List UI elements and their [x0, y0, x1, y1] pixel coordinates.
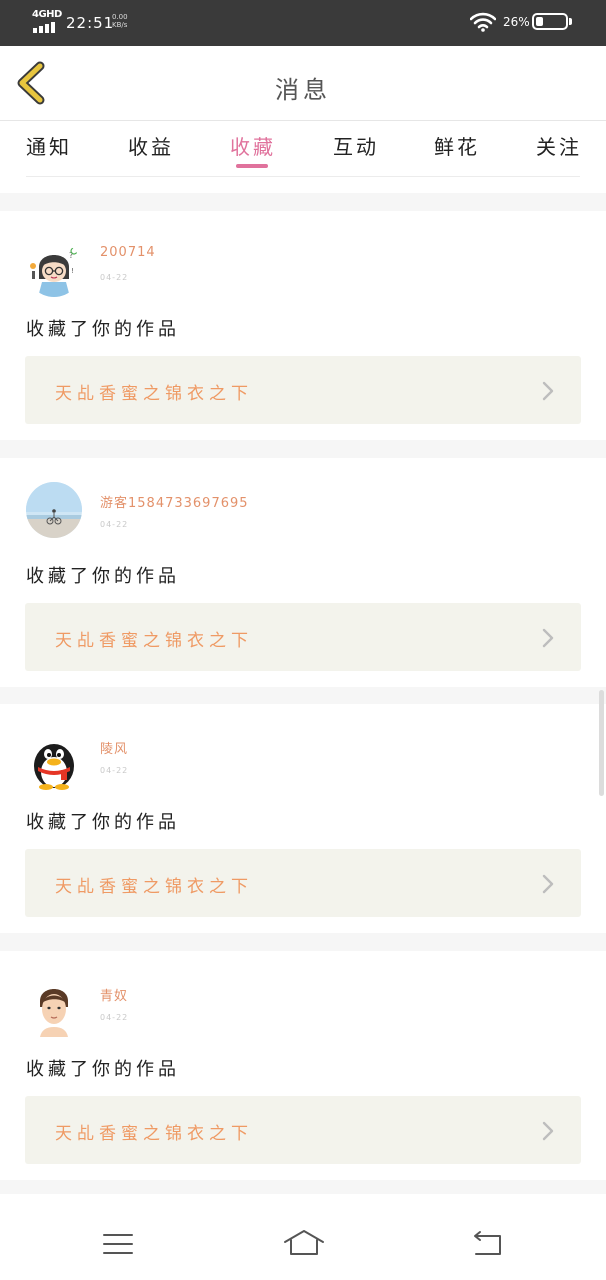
home-icon	[284, 1230, 324, 1255]
tab-flowers[interactable]: 鲜花	[434, 131, 480, 160]
avatar-bicycle-image	[26, 482, 82, 538]
home-button[interactable]	[282, 1228, 326, 1262]
chevron-right-icon	[542, 874, 554, 894]
tab-notifications[interactable]: 通知	[26, 131, 72, 160]
work-title: 天乩香蜜之锦衣之下	[55, 1124, 253, 1144]
signal-icon	[33, 22, 55, 33]
avatar[interactable]	[26, 482, 82, 538]
username[interactable]: 游客1584733697695	[100, 492, 249, 511]
action-text: 收藏了你的作品	[26, 812, 180, 833]
message-card: ? ! 200714 04-22 收藏了你的作品 天乩香蜜之锦衣之下	[0, 211, 606, 440]
work-title: 天乩香蜜之锦衣之下	[55, 384, 253, 404]
username[interactable]: 200714	[100, 245, 156, 260]
page-title: 消息	[275, 76, 331, 104]
system-nav-bar	[0, 1194, 606, 1280]
status-time: 22:51	[66, 14, 115, 32]
speed-value: 0.00	[112, 13, 128, 21]
status-bar: 4GHD 22:51 0.00 KB/s 26%	[0, 0, 606, 46]
divider	[26, 176, 580, 177]
work-link[interactable]: 天乩香蜜之锦衣之下	[25, 603, 581, 671]
work-link[interactable]: 天乩香蜜之锦衣之下	[25, 356, 581, 424]
action-text: 收藏了你的作品	[26, 566, 180, 587]
wifi-icon	[470, 12, 496, 32]
battery-percent: 26%	[503, 15, 530, 29]
tab-following[interactable]: 关注	[536, 131, 582, 160]
work-title: 天乩香蜜之锦衣之下	[55, 631, 253, 651]
header: 消息	[0, 46, 606, 121]
message-card: 陵风 04-22 收藏了你的作品 天乩香蜜之锦衣之下	[0, 704, 606, 933]
avatar[interactable]	[26, 981, 82, 1037]
avatar[interactable]: ? !	[26, 241, 82, 297]
menu-button[interactable]	[100, 1232, 136, 1260]
back-icon	[474, 1231, 501, 1255]
avatar-girl-image: ? !	[26, 241, 82, 297]
chevron-right-icon	[542, 381, 554, 401]
message-date: 04-22	[100, 273, 129, 282]
avatar-man-image	[26, 981, 82, 1037]
work-title: 天乩香蜜之锦衣之下	[55, 877, 253, 897]
menu-icon	[103, 1234, 133, 1254]
avatar-penguin-image	[26, 734, 82, 790]
action-text: 收藏了你的作品	[26, 1059, 180, 1080]
message-date: 04-22	[100, 520, 129, 529]
work-link[interactable]: 天乩香蜜之锦衣之下	[25, 849, 581, 917]
username[interactable]: 陵风	[100, 738, 128, 757]
work-link[interactable]: 天乩香蜜之锦衣之下	[25, 1096, 581, 1164]
message-date: 04-22	[100, 766, 129, 775]
chevron-right-icon	[542, 1121, 554, 1141]
scrollbar[interactable]	[599, 690, 604, 796]
tab-earnings[interactable]: 收益	[128, 131, 174, 160]
username[interactable]: 青奴	[100, 985, 128, 1004]
chevron-right-icon	[542, 628, 554, 648]
message-card: 游客1584733697695 04-22 收藏了你的作品 天乩香蜜之锦衣之下	[0, 458, 606, 687]
back-nav-button[interactable]	[468, 1230, 508, 1262]
tab-interactions[interactable]: 互动	[333, 131, 379, 160]
network-speed: 0.00 KB/s	[112, 13, 128, 29]
message-card: 青奴 04-22 收藏了你的作品 天乩香蜜之锦衣之下	[0, 951, 606, 1180]
tab-active-indicator	[236, 164, 268, 168]
message-date: 04-22	[100, 1013, 129, 1022]
tab-favorites[interactable]: 收藏	[230, 131, 276, 160]
network-type: 4GHD	[32, 9, 62, 20]
battery-icon	[532, 13, 568, 30]
svg-text:!: !	[71, 267, 74, 275]
action-text: 收藏了你的作品	[26, 319, 180, 340]
tab-bar: 通知 收益 收藏 互动 鲜花 关注	[0, 121, 606, 193]
avatar[interactable]	[26, 734, 82, 790]
speed-unit: KB/s	[112, 21, 128, 29]
